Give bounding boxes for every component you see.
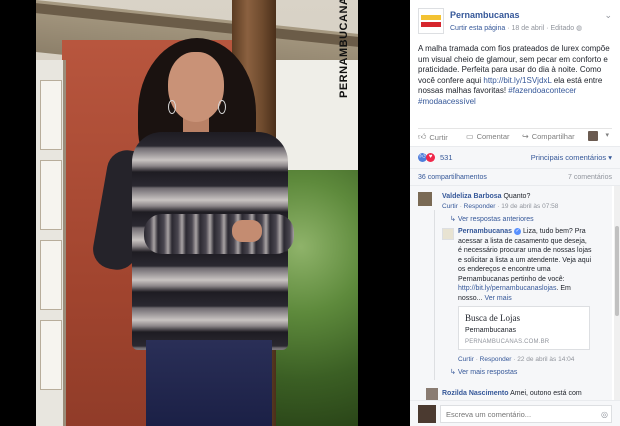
model-crossed-arms <box>144 214 294 254</box>
comment-text: Amei, outono está com <box>510 390 582 397</box>
model-jeans <box>146 340 272 426</box>
photo-scene: PERNAMBUCANAS <box>36 0 358 426</box>
comment-body: Valdeliza Barbosa Quanto? <box>442 192 602 202</box>
model-hand <box>232 220 262 242</box>
earring <box>218 100 226 114</box>
reply-reply-link[interactable]: Responder <box>480 356 512 363</box>
window-pane <box>40 240 62 310</box>
reactions-bar: 👍︎ ♥ 531 Principais comentários ▾ <box>410 146 620 168</box>
verified-badge-icon: ✓ <box>514 227 522 235</box>
previous-replies-link[interactable]: ↳ Ver respostas anteriores <box>450 215 534 223</box>
foliage <box>276 170 358 426</box>
comment-body: Rozilda Nascimento Amei, outono está com <box>442 389 602 399</box>
link-preview-card[interactable]: Busca de Lojas Pernambucanas PERNAMBUCAN… <box>458 306 590 350</box>
reply-text: Liza, tudo bem? Pra acessar a lista de c… <box>458 228 592 283</box>
post-meta: Curtir esta página · 18 de abril · Edita… <box>450 24 582 32</box>
post-date[interactable]: 18 de abril <box>512 25 545 32</box>
comment-text: Quanto? <box>503 193 531 200</box>
write-comment-bar: ◎ <box>410 400 620 426</box>
comment-input[interactable] <box>440 405 612 423</box>
page-avatar[interactable] <box>418 8 444 34</box>
window <box>36 60 66 426</box>
share-count[interactable]: 36 compartilhamentos <box>418 174 487 181</box>
commenter-name[interactable]: Valdeliza Barbosa <box>442 193 502 200</box>
love-reaction-icon: ♥ <box>426 153 435 162</box>
comment-button[interactable]: ▭ Comentar <box>466 132 510 141</box>
top-comments-dropdown[interactable]: Principais comentários ▾ <box>531 153 612 162</box>
post-options-chevron-icon[interactable]: ⌄ <box>604 10 612 21</box>
reply-body: Pernambucanas ✓ Liza, tudo bem? Pra aces… <box>458 227 592 303</box>
reply-arrow-icon: ↳ <box>450 216 458 223</box>
post-header: Pernambucanas Curtir esta página · 18 de… <box>410 0 620 40</box>
comment-meta: Curtir · Responder · 19 de abril às 07:5… <box>442 203 559 210</box>
globe-icon: ◍ <box>576 25 583 32</box>
share-button[interactable]: ↪ Compartilhar <box>522 132 575 141</box>
post-actions: 👍︎ Curtir ▭ Comentar ↪ Compartilhar ▾ <box>418 128 612 144</box>
commenter-name[interactable]: Rozilda Nascimento <box>442 390 509 397</box>
actor-avatar[interactable] <box>588 131 598 141</box>
edited-label[interactable]: Editado <box>550 25 574 32</box>
reply-meta: Curtir · Responder · 22 de abril às 14:0… <box>458 356 575 363</box>
reply-time[interactable]: 22 de abril às 14:04 <box>517 356 574 363</box>
reaction-count[interactable]: 531 <box>440 153 453 162</box>
post-text: A malha tramada com fios prateados de lu… <box>410 40 620 107</box>
commenter-avatar[interactable] <box>418 192 432 206</box>
comment-time[interactable]: 19 de abril às 07:58 <box>501 203 558 210</box>
counts-bar: 36 compartilhamentos 7 comentários <box>410 168 620 186</box>
logo-stripe <box>421 15 441 20</box>
comments-list: Valdeliza Barbosa Quanto? Curtir · Respo… <box>410 186 612 400</box>
reply-like-link[interactable]: Curtir <box>458 356 474 363</box>
page-name-link[interactable]: Pernambucanas <box>450 10 520 20</box>
comment-reply-link[interactable]: Responder <box>464 203 496 210</box>
scroll-thumb[interactable] <box>615 226 619 316</box>
reply-link[interactable]: http://bit.ly/pernambucanaslojas <box>458 285 556 292</box>
like-label: Curtir <box>429 132 448 142</box>
logo-stripe <box>421 22 441 27</box>
commenter-avatar[interactable] <box>426 388 438 400</box>
my-avatar <box>418 405 436 423</box>
reply-author-name[interactable]: Pernambucanas <box>458 228 512 235</box>
thumbs-up-icon: 👍︎ <box>418 132 427 141</box>
model-face <box>168 52 224 122</box>
card-url: PERNAMBUCANAS.COM.BR <box>465 339 550 345</box>
earring <box>168 100 176 114</box>
window-pane <box>40 160 62 230</box>
comment-label: Comentar <box>476 132 510 141</box>
more-replies-label: Ver mais respostas <box>457 369 518 376</box>
comment-like-link[interactable]: Curtir <box>442 203 458 210</box>
share-label: Compartilhar <box>531 132 575 141</box>
card-title: Busca de Lojas <box>465 313 520 323</box>
comments-scrollbar[interactable] <box>614 186 620 400</box>
more-replies-link[interactable]: ↳ Ver mais respostas <box>450 368 517 376</box>
see-more-link[interactable]: Ver mais <box>484 295 511 302</box>
comment-count: 7 comentários <box>568 174 612 181</box>
like-button[interactable]: 👍︎ Curtir <box>418 132 448 142</box>
camera-icon[interactable]: ◎ <box>601 410 608 419</box>
page-reply-avatar[interactable] <box>442 228 454 240</box>
actor-chevron-icon[interactable]: ▾ <box>605 131 609 139</box>
window-pane <box>40 80 62 150</box>
thread-line <box>434 210 435 380</box>
brand-watermark: PERNAMBUCANAS <box>338 0 350 98</box>
reply-arrow-icon: ↳ <box>450 369 458 376</box>
comment-icon: ▭ <box>466 132 474 141</box>
share-icon: ↪ <box>522 132 529 141</box>
post-photo[interactable]: PERNAMBUCANAS <box>0 0 410 426</box>
window-pane <box>40 320 62 390</box>
like-page-link[interactable]: Curtir esta página <box>450 25 505 32</box>
post-panel: Pernambucanas Curtir esta página · 18 de… <box>410 0 620 426</box>
post-link[interactable]: http://bit.ly/1SVjdxL <box>483 76 551 85</box>
previous-replies-label: Ver respostas anteriores <box>457 216 534 223</box>
card-subtitle: Pernambucanas <box>465 327 516 334</box>
